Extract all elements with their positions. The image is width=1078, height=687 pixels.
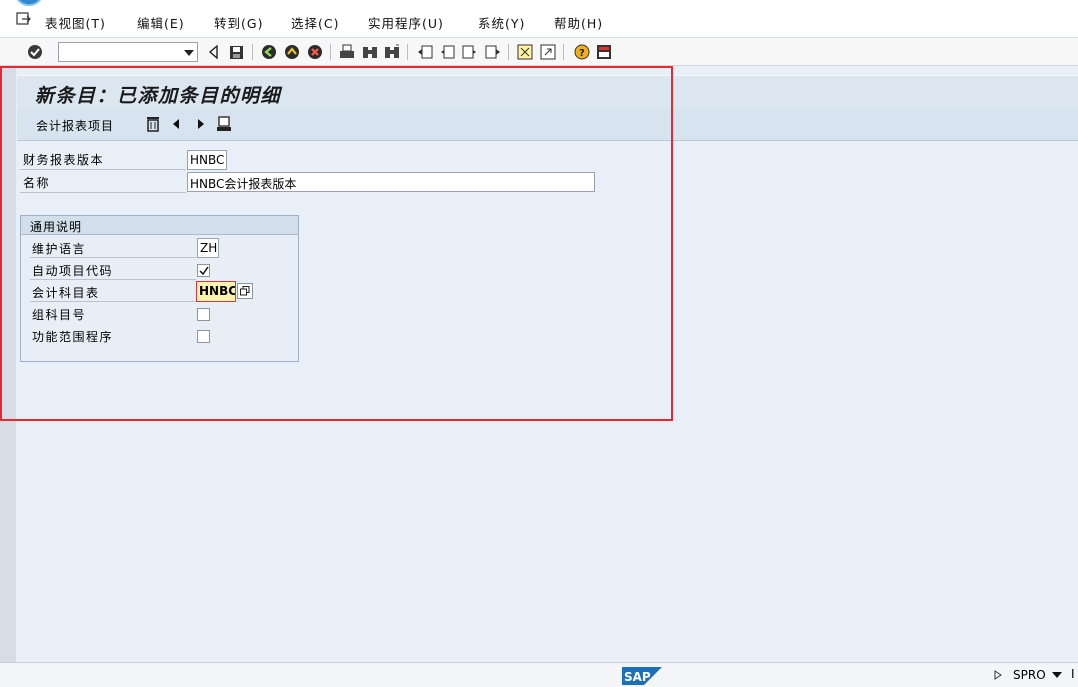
- fsv-version-label: 财务报表版本: [23, 153, 105, 167]
- row-divider: [20, 169, 186, 170]
- status-expand-icon[interactable]: [994, 670, 1002, 680]
- previous-entry-icon[interactable]: [168, 115, 184, 133]
- layout-icon[interactable]: [595, 43, 613, 61]
- menu-window-icon[interactable]: [16, 12, 32, 26]
- application-toolbar: 会计报表项目: [17, 109, 1078, 141]
- maint-lang-label: 维护语言: [32, 242, 87, 256]
- svg-text:SAP: SAP: [624, 670, 651, 684]
- fsv-version-field[interactable]: HNBC: [187, 150, 227, 170]
- general-group: 通用说明 维护语言 ZH 自动项目代码 会计科目表 HNBC 组科目号 功能范围…: [20, 215, 299, 362]
- next-page-icon[interactable]: [461, 43, 479, 61]
- menu-utilities[interactable]: 实用程序(U): [368, 13, 444, 32]
- svg-text:?: ?: [579, 48, 585, 59]
- coa-field[interactable]: HNBC: [196, 281, 236, 302]
- auto-item-code-label: 自动项目代码: [32, 264, 114, 278]
- menu-table-view[interactable]: 表视图(T): [45, 13, 106, 32]
- maint-lang-field[interactable]: ZH: [197, 238, 219, 258]
- shortcut-icon[interactable]: [539, 43, 557, 61]
- auto-item-code-checkbox[interactable]: [197, 264, 210, 277]
- func-area-checkbox[interactable]: [197, 330, 210, 343]
- status-trailing: I: [1071, 667, 1075, 681]
- main-area: [16, 66, 1078, 662]
- cancel-icon[interactable]: [306, 43, 324, 61]
- left-strip: [0, 66, 16, 662]
- toolbar-separator: [508, 44, 509, 60]
- status-bar: SAP SPRO I: [0, 662, 1078, 687]
- app-orb-icon[interactable]: [14, 0, 44, 6]
- row-divider: [30, 257, 196, 258]
- find-next-icon[interactable]: [383, 43, 401, 61]
- save-icon[interactable]: [227, 43, 245, 61]
- print-entry-icon[interactable]: [216, 115, 232, 133]
- enter-icon[interactable]: [26, 43, 44, 61]
- toolbar-separator: [330, 44, 331, 60]
- general-group-title: 通用说明: [30, 220, 83, 234]
- name-label: 名称: [23, 176, 51, 190]
- title-bar: 新条目：已添加条目的明细: [17, 75, 1078, 109]
- previous-page-icon[interactable]: [438, 43, 456, 61]
- coa-label: 会计科目表: [32, 286, 100, 300]
- command-dropdown-icon[interactable]: [184, 50, 194, 56]
- page-title: 新条目：已添加条目的明细: [35, 85, 282, 107]
- func-area-label: 功能范围程序: [32, 330, 114, 344]
- help-icon[interactable]: ?: [573, 43, 591, 61]
- command-field[interactable]: [58, 42, 198, 62]
- delete-icon[interactable]: [145, 115, 161, 133]
- menu-selection[interactable]: 选择(C): [291, 13, 339, 32]
- general-group-header: 通用说明: [21, 216, 298, 235]
- value-help-icon[interactable]: [237, 283, 253, 299]
- menu-bar: 表视图(T) 编辑(E) 转到(G) 选择(C) 实用程序(U) 系统(Y) 帮…: [0, 0, 1078, 38]
- next-entry-icon[interactable]: [193, 115, 209, 133]
- row-divider: [30, 279, 196, 280]
- fs-item-button[interactable]: 会计报表项目: [36, 117, 114, 134]
- create-session-icon[interactable]: [516, 43, 534, 61]
- group-account-checkbox[interactable]: [197, 308, 210, 321]
- print-icon[interactable]: [338, 43, 356, 61]
- row-divider: [30, 301, 196, 302]
- last-page-icon[interactable]: [484, 43, 502, 61]
- row-divider: [20, 192, 186, 193]
- first-page-icon[interactable]: [416, 43, 434, 61]
- system-info-dropdown-icon[interactable]: [1052, 672, 1062, 678]
- checkmark-icon: [198, 266, 209, 275]
- menu-system[interactable]: 系统(Y): [478, 13, 525, 32]
- sap-logo: SAP: [622, 667, 662, 685]
- menu-goto[interactable]: 转到(G): [214, 13, 263, 32]
- find-icon[interactable]: [361, 43, 379, 61]
- system-info[interactable]: SPRO: [1013, 668, 1046, 682]
- toolbar-separator: [407, 44, 408, 60]
- name-field[interactable]: HNBC会计报表版本: [187, 172, 595, 192]
- menu-edit[interactable]: 编辑(E): [137, 13, 185, 32]
- toolbar-separator: [252, 44, 253, 60]
- toolbar-separator: [563, 44, 564, 60]
- group-account-label: 组科目号: [32, 308, 87, 322]
- back-icon[interactable]: [260, 43, 278, 61]
- back-arrow-icon[interactable]: [205, 43, 223, 61]
- exit-icon[interactable]: [283, 43, 301, 61]
- menu-help[interactable]: 帮助(H): [554, 13, 603, 32]
- standard-toolbar: ?: [0, 38, 1078, 66]
